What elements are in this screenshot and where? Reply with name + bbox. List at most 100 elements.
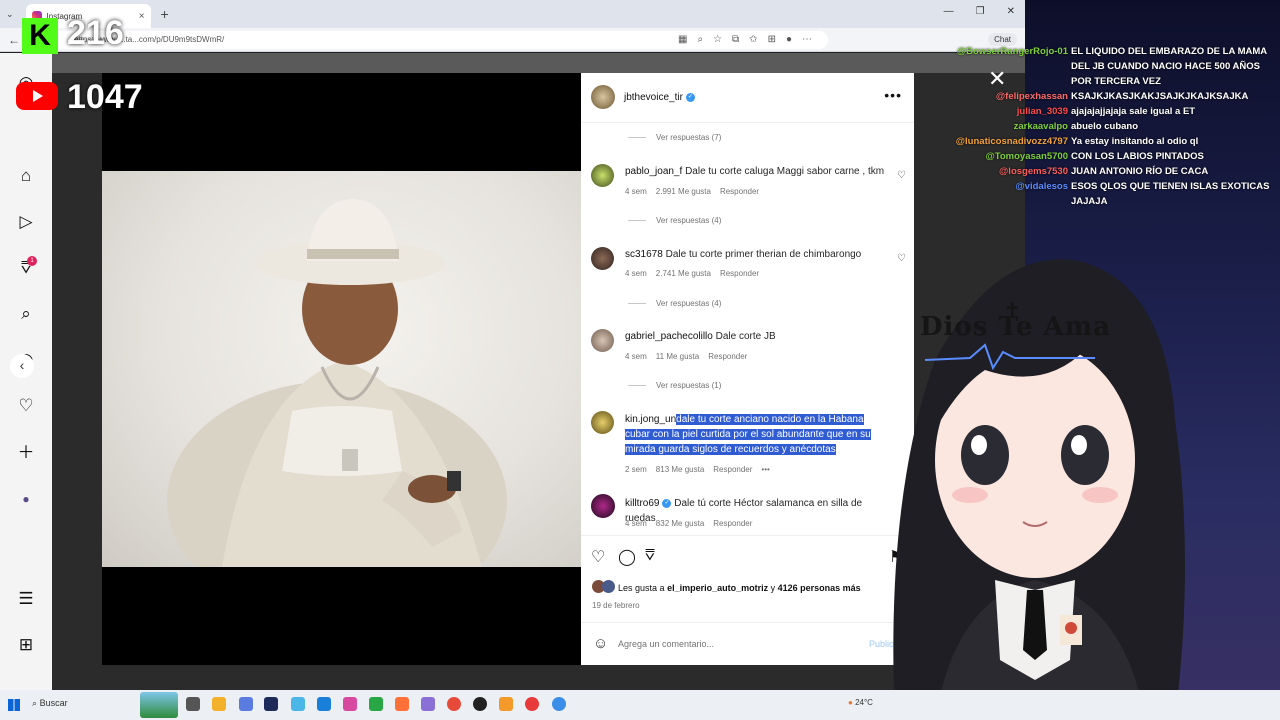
threads-icon[interactable]: ⊞ <box>16 635 36 655</box>
taskbar-search[interactable]: ⌕ Buscar <box>32 698 68 709</box>
post-options-icon[interactable]: ••• <box>884 87 902 103</box>
extensions-icon[interactable]: ⧉ <box>732 34 739 45</box>
search-icon[interactable]: ⌕ <box>16 304 36 324</box>
view-replies-link[interactable]: Ver respuestas (4) <box>628 216 721 225</box>
likes-user[interactable]: el_imperio_auto_motriz <box>667 583 768 593</box>
app-icon[interactable] <box>369 697 383 711</box>
new-tab-icon[interactable]: + <box>161 6 169 22</box>
chat-text: KSAJKJKASJKAKJSAJKJKAJKSAJKA <box>1071 91 1249 102</box>
tab-close-icon[interactable]: × <box>139 11 145 22</box>
maximize-icon[interactable]: ❐ <box>976 6 985 17</box>
youtube-viewer-count: 1047 <box>67 78 143 116</box>
windows-start-icon[interactable] <box>8 699 20 711</box>
edge-icon[interactable] <box>317 697 331 711</box>
comment-avatar[interactable] <box>591 164 614 187</box>
post-comments-panel: jbthevoice_tir ✓ ••• Ver respuestas (7) p… <box>581 73 914 665</box>
vegas-icon[interactable] <box>421 697 435 711</box>
more-menu-icon[interactable]: ☰ <box>16 589 36 609</box>
reels-icon[interactable]: ▷ <box>16 212 36 232</box>
author-username[interactable]: jbthevoice_tir <box>624 92 683 103</box>
youtube-logo-icon <box>16 82 58 110</box>
collections-icon[interactable]: ⊞ <box>768 34 776 45</box>
window-close-icon[interactable]: ✕ <box>1007 6 1015 17</box>
copilot-icon[interactable] <box>239 697 253 711</box>
previous-post-arrow-icon[interactable]: ‹ <box>10 354 34 378</box>
app-icon[interactable] <box>343 697 357 711</box>
photos-icon[interactable] <box>291 697 305 711</box>
comment-text: gabriel_pachecolillo Dale corte JB <box>625 329 887 344</box>
menu-icon[interactable]: ⋯ <box>802 34 812 45</box>
favorites-bar-icon[interactable]: ✩ <box>749 34 757 45</box>
likes-count[interactable]: 4126 personas más <box>778 583 861 593</box>
tab-list-icon[interactable]: ⌄ <box>6 9 14 20</box>
comment-input[interactable]: Agrega un comentario... <box>618 639 714 649</box>
comment-username[interactable]: killtro69 <box>625 498 659 509</box>
home-icon[interactable]: ⌂ <box>16 166 36 186</box>
v-app-icon[interactable] <box>264 697 278 711</box>
comment-likes[interactable]: 2.991 Me gusta <box>656 187 711 196</box>
create-icon[interactable]: ＋ <box>16 443 36 463</box>
comment-username[interactable]: pablo_joan_f <box>625 166 682 177</box>
profile-icon[interactable]: ● <box>786 34 792 45</box>
widgets-icon[interactable] <box>140 692 178 718</box>
search-icon: ⌕ <box>32 698 38 708</box>
comment-likes[interactable]: 11 Me gusta <box>656 352 699 361</box>
comment-avatar[interactable] <box>591 247 614 270</box>
view-replies-link[interactable]: Ver respuestas (7) <box>628 133 721 142</box>
reply-link[interactable]: Responder <box>720 269 759 278</box>
view-replies-link[interactable]: Ver respuestas (1) <box>628 381 721 390</box>
opera-icon[interactable] <box>525 697 539 711</box>
comment-username[interactable]: gabriel_pachecolillo <box>625 331 713 342</box>
weather-temp: 24°C <box>855 698 873 707</box>
chat-username: @losgems7530 <box>999 166 1068 177</box>
comment-username[interactable]: kin.jong_un <box>625 414 676 425</box>
address-bar: ← https://www.i...ta...com/p/DU9m9tsDWmR… <box>0 28 1025 52</box>
like-post-icon[interactable]: ♡ <box>591 547 605 567</box>
comment-likes[interactable]: 832 Me gusta <box>656 519 704 528</box>
post-date: 19 de febrero <box>592 601 640 610</box>
comment-icon[interactable]: ◯ <box>618 547 636 567</box>
reply-link[interactable]: Responder <box>713 465 752 474</box>
tab-bar: ⌄ Instagram × + — ❐ ✕ <box>0 0 1025 28</box>
profile-avatar-icon[interactable]: ● <box>16 489 36 509</box>
favorite-icon[interactable]: ☆ <box>713 34 722 45</box>
author-avatar[interactable] <box>591 85 615 109</box>
comment-text: sc31678 Dale tu corte primer therian de … <box>625 247 887 262</box>
chrome-icon[interactable] <box>447 697 461 711</box>
stream-canvas: ⌄ Instagram × + — ❐ ✕ ← https://www.i...… <box>0 0 1280 720</box>
task-view-icon[interactable] <box>186 697 200 711</box>
reply-link[interactable]: Responder <box>720 187 759 196</box>
comment-avatar[interactable] <box>591 411 614 434</box>
zoom-icon[interactable]: ⌕ <box>697 34 703 45</box>
file-explorer-icon[interactable] <box>212 697 226 711</box>
comment-options-icon[interactable]: ••• <box>761 465 769 474</box>
chat-message: @losgems7530 JUAN ANTONIO RÍO DE CACA <box>940 164 1275 179</box>
back-icon[interactable]: ← <box>8 33 20 47</box>
reply-link[interactable]: Responder <box>713 519 752 528</box>
window-controls: — ❐ ✕ <box>944 6 1015 17</box>
verified-badge-icon: ✓ <box>685 92 695 102</box>
comment-username[interactable]: sc31678 <box>625 249 663 260</box>
reader-icon[interactable]: ▦ <box>678 34 687 45</box>
app-icon[interactable] <box>552 697 566 711</box>
app-icon[interactable] <box>499 697 513 711</box>
minimize-icon[interactable]: — <box>944 6 954 17</box>
share-icon[interactable]: ⩢ <box>645 547 655 565</box>
obs-icon[interactable] <box>473 697 487 711</box>
chat-username: zarkaavalpo <box>1013 121 1068 132</box>
stream-chat: @BowserRangerRojo-01 EL LIQUIDO DEL EMBAR… <box>940 44 1275 209</box>
emoji-icon[interactable]: ☺ <box>593 635 608 652</box>
reply-link[interactable]: Responder <box>708 352 747 361</box>
comment-avatar[interactable] <box>591 329 614 352</box>
firefox-icon[interactable] <box>395 697 409 711</box>
comment-likes[interactable]: 813 Me gusta <box>656 465 704 474</box>
comment-likes[interactable]: 2.741 Me gusta <box>656 269 711 278</box>
like-comment-icon[interactable]: ♡ <box>897 170 906 181</box>
search-label: Buscar <box>39 698 68 708</box>
weather-widget[interactable]: ● 24°C <box>848 698 873 707</box>
comment-avatar[interactable] <box>591 494 615 518</box>
notifications-icon[interactable]: ♡ <box>16 396 36 416</box>
view-replies-link[interactable]: Ver respuestas (4) <box>628 299 721 308</box>
chat-message: @lunaticosnadivozz4797 Ya estay insitando… <box>940 134 1275 149</box>
cross-icon: ✝ <box>1003 298 1022 323</box>
